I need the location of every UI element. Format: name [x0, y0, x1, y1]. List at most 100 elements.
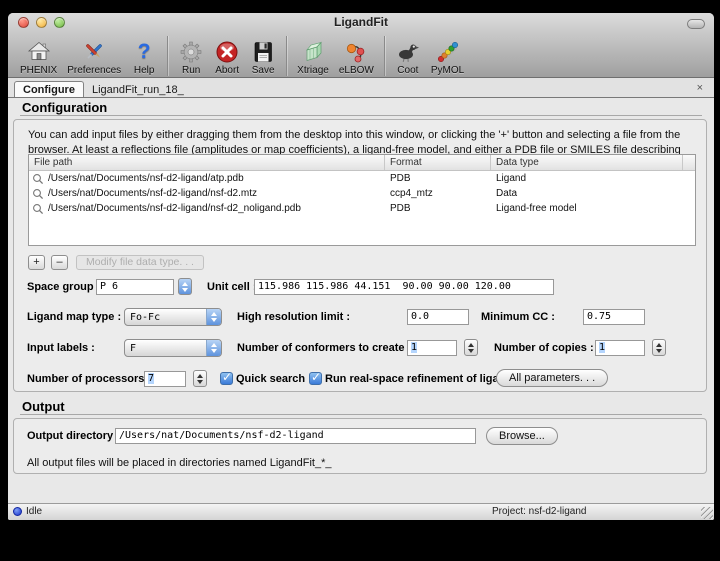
status-indicator-icon — [13, 507, 22, 516]
window-title: LigandFit — [8, 13, 714, 32]
num-processors-field[interactable]: 7 — [144, 371, 186, 387]
format-cell: PDB — [385, 201, 491, 216]
heading-divider — [20, 115, 702, 116]
toolbar-item-xtriage[interactable]: Xtriage — [292, 38, 334, 77]
configuration-heading: Configuration — [22, 100, 107, 115]
toolbar-item-pymol[interactable]: PyMOL — [426, 38, 469, 77]
traffic-lights — [18, 17, 65, 28]
table-header-row: File path Format Data type — [29, 155, 695, 171]
magnifier-icon[interactable] — [32, 173, 44, 185]
data-type-cell: Ligand-free model — [491, 201, 683, 216]
minimum-cc-label: Minimum CC : — [481, 311, 555, 323]
toolbar-item-abort[interactable]: Abort — [209, 38, 245, 77]
tab-strip: Configure LigandFit_run_18_ × — [8, 78, 714, 99]
num-copies-stepper[interactable] — [652, 339, 666, 356]
unit-cell-label: Unit cell : — [207, 281, 257, 293]
real-space-refine-checkbox[interactable] — [309, 372, 322, 385]
toolbar-separator — [384, 36, 385, 76]
num-conformers-field[interactable]: 1 — [407, 340, 457, 356]
resize-grip[interactable] — [701, 507, 713, 519]
ligand-map-type-popup[interactable]: Fo-Fc — [124, 308, 222, 326]
file-path-cell: /Users/nat/Documents/nsf-d2-ligand/atp.p… — [48, 171, 244, 186]
toolbar-label: eLBOW — [339, 65, 374, 77]
table-row[interactable]: /Users/nat/Documents/nsf-d2-ligand/nsf-d… — [29, 201, 695, 216]
high-resolution-limit-field[interactable]: 0.0 — [407, 309, 469, 325]
minimize-window-button[interactable] — [36, 17, 47, 28]
num-copies-field[interactable]: 1 — [595, 340, 645, 356]
tab-configure[interactable]: Configure — [14, 81, 84, 97]
remove-file-button[interactable]: – — [51, 255, 68, 270]
num-conformers-stepper[interactable] — [464, 339, 478, 356]
toolbar-item-coot[interactable]: Coot — [390, 38, 426, 77]
toolbar-item-help[interactable]: ? Help — [126, 38, 162, 77]
column-header-file-path[interactable]: File path — [29, 155, 385, 170]
magnifier-icon[interactable] — [32, 203, 44, 215]
toolbar-toggle-widget[interactable] — [687, 19, 705, 29]
toolbar-label: PyMOL — [431, 65, 464, 77]
magnifier-icon[interactable] — [32, 188, 44, 200]
toolbar-item-run[interactable]: Run — [173, 38, 209, 77]
toolbar-item-preferences[interactable]: Preferences — [62, 38, 126, 77]
output-directory-label: Output directory : — [27, 430, 120, 442]
table-row[interactable]: /Users/nat/Documents/nsf-d2-ligand/nsf-d… — [29, 186, 695, 201]
close-tab-icon[interactable]: × — [697, 82, 703, 94]
toolbar-label: Help — [134, 65, 155, 77]
modify-file-data-type-button[interactable]: Modify file data type. . . — [76, 255, 204, 270]
toolbar-label: PHENIX — [20, 65, 57, 77]
browse-button[interactable]: Browse... — [486, 427, 558, 445]
crystal-slab-icon — [300, 38, 326, 65]
quick-search-label: Quick search — [236, 373, 305, 385]
high-resolution-limit-label: High resolution limit : — [237, 311, 350, 323]
status-text: Idle — [26, 506, 42, 517]
output-directory-field[interactable]: /Users/nat/Documents/nsf-d2-ligand — [115, 428, 476, 444]
table-row[interactable]: /Users/nat/Documents/nsf-d2-ligand/atp.p… — [29, 171, 695, 186]
toolbar-label: Xtriage — [297, 65, 329, 77]
input-labels-label: Input labels : — [27, 342, 95, 354]
toolbar-label: Abort — [215, 65, 239, 77]
input-files-table[interactable]: File path Format Data type /Users/nat/Do… — [28, 154, 696, 246]
toolbar-separator — [286, 36, 287, 76]
add-file-button[interactable]: + — [28, 255, 45, 270]
coot-bird-icon — [395, 38, 421, 65]
question-mark-icon: ? — [131, 38, 157, 65]
num-processors-label: Number of processors : — [27, 373, 151, 385]
tab-ligandfit-run[interactable]: LigandFit_run_18_ — [84, 82, 192, 97]
file-path-cell: /Users/nat/Documents/nsf-d2-ligand/nsf-d… — [48, 186, 257, 201]
close-window-button[interactable] — [18, 17, 29, 28]
project-label: Project: nsf-d2-ligand — [492, 506, 587, 517]
molecule-icon — [343, 38, 369, 65]
all-parameters-button[interactable]: All parameters. . . — [496, 369, 608, 387]
column-header-data-type[interactable]: Data type — [491, 155, 683, 170]
num-processors-stepper[interactable] — [193, 370, 207, 387]
data-type-cell: Data — [491, 186, 683, 201]
popup-arrows-icon — [206, 340, 221, 356]
main-toolbar: PHENIX Preferences ? Help — [8, 32, 714, 79]
toolbar-item-save[interactable]: Save — [245, 38, 281, 77]
minimum-cc-field[interactable]: 0.75 — [583, 309, 645, 325]
zoom-window-button[interactable] — [54, 17, 65, 28]
input-labels-popup[interactable]: F — [124, 339, 222, 357]
num-copies-label: Number of copies : — [494, 342, 594, 354]
format-cell: PDB — [385, 171, 491, 186]
num-conformers-label: Number of conformers to create : — [237, 342, 411, 354]
phenix-home-icon — [26, 38, 52, 65]
output-note: All output files will be placed in direc… — [27, 457, 332, 469]
column-header-format[interactable]: Format — [385, 155, 491, 170]
output-heading: Output — [22, 399, 65, 414]
space-group-stepper[interactable] — [178, 278, 192, 295]
toolbar-separator — [167, 36, 168, 76]
heading-divider — [20, 414, 702, 415]
title-bar[interactable]: LigandFit — [8, 13, 714, 32]
toolbar-item-elbow[interactable]: eLBOW — [334, 38, 379, 77]
molecule-chain-icon — [435, 38, 461, 65]
floppy-disk-icon — [250, 38, 276, 65]
format-cell: ccp4_mtz — [385, 186, 491, 201]
unit-cell-field[interactable]: 115.986 115.986 44.151 90.00 90.00 120.0… — [254, 279, 554, 295]
toolbar-label: Preferences — [67, 65, 121, 77]
space-group-field[interactable]: P 6 — [96, 279, 174, 295]
toolbar-item-phenix[interactable]: PHENIX — [15, 38, 62, 77]
quick-search-checkbox[interactable] — [220, 372, 233, 385]
gear-icon — [178, 38, 204, 65]
status-bar: Idle Project: nsf-d2-ligand — [8, 503, 714, 520]
data-type-cell: Ligand — [491, 171, 683, 186]
